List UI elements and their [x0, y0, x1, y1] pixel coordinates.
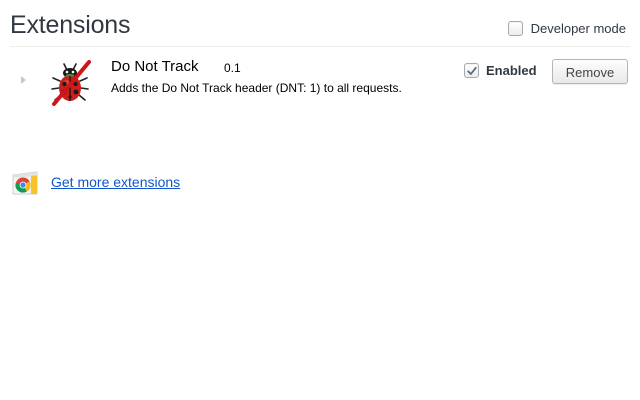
extension-enabled-checkbox[interactable]	[464, 63, 479, 78]
developer-mode-checkbox[interactable]	[507, 21, 523, 36]
developer-mode-toggle[interactable]: Developer mode	[507, 21, 626, 36]
get-more-extensions: Get more extensions	[10, 166, 180, 198]
extension-version: 0.1	[224, 61, 241, 75]
expand-details-arrow-icon[interactable]	[21, 76, 26, 84]
get-more-extensions-link[interactable]: Get more extensions	[51, 174, 180, 190]
ladybug-crossed-icon	[51, 60, 91, 106]
page-title: Extensions	[10, 11, 131, 39]
extensions-page: Extensions Developer mode Do Not Track 0…	[0, 0, 640, 400]
page-header: Extensions Developer mode	[0, 0, 640, 47]
web-store-icon	[12, 171, 38, 195]
checkmark-icon	[467, 66, 477, 75]
developer-mode-label: Developer mode	[530, 21, 626, 36]
extension-enabled-label: Enabled	[486, 63, 537, 78]
extension-item: Do Not Track 0.1 Adds the Do Not Track h…	[0, 55, 640, 111]
header-divider	[10, 46, 630, 47]
extension-name: Do Not Track	[111, 58, 199, 75]
extension-description: Adds the Do Not Track header (DNT: 1) to…	[111, 81, 402, 95]
remove-extension-button[interactable]: Remove	[552, 59, 628, 84]
extension-enabled-toggle[interactable]: Enabled	[464, 63, 537, 78]
